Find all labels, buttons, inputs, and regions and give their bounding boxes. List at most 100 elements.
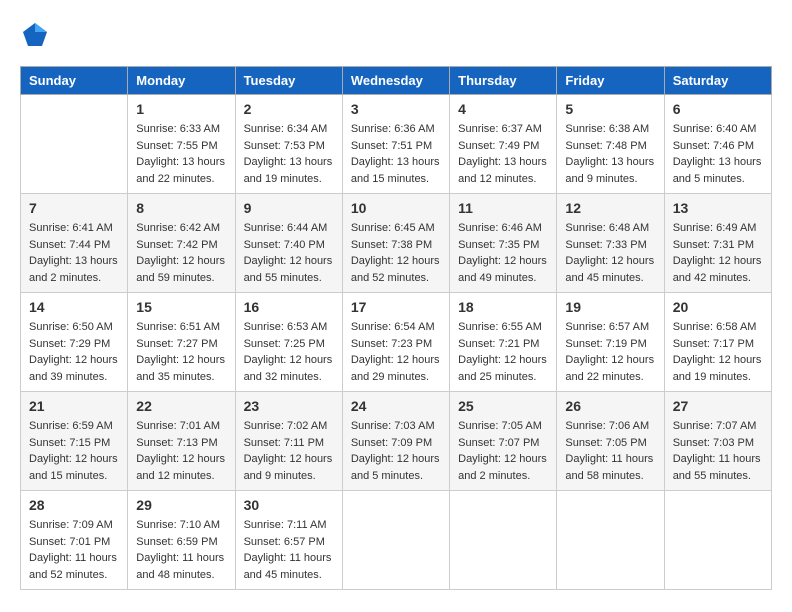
day-info: Sunrise: 6:41 AMSunset: 7:44 PMDaylight:… bbox=[29, 220, 119, 286]
day-number: 7 bbox=[29, 200, 119, 216]
weekday-header-sunday: Sunday bbox=[21, 67, 128, 95]
day-number: 4 bbox=[458, 101, 548, 117]
day-number: 30 bbox=[244, 497, 334, 513]
calendar-cell: 20 Sunrise: 6:58 AMSunset: 7:17 PMDayligh… bbox=[664, 293, 771, 392]
day-info: Sunrise: 6:33 AMSunset: 7:55 PMDaylight:… bbox=[136, 121, 226, 187]
day-number: 2 bbox=[244, 101, 334, 117]
day-info: Sunrise: 6:36 AMSunset: 7:51 PMDaylight:… bbox=[351, 121, 441, 187]
day-info: Sunrise: 6:46 AMSunset: 7:35 PMDaylight:… bbox=[458, 220, 548, 286]
calendar-cell: 1 Sunrise: 6:33 AMSunset: 7:55 PMDaylight… bbox=[128, 95, 235, 194]
calendar-week-row: 1 Sunrise: 6:33 AMSunset: 7:55 PMDaylight… bbox=[21, 95, 772, 194]
day-info: Sunrise: 6:58 AMSunset: 7:17 PMDaylight:… bbox=[673, 319, 763, 385]
day-number: 5 bbox=[565, 101, 655, 117]
day-info: Sunrise: 6:54 AMSunset: 7:23 PMDaylight:… bbox=[351, 319, 441, 385]
day-number: 13 bbox=[673, 200, 763, 216]
day-info: Sunrise: 6:48 AMSunset: 7:33 PMDaylight:… bbox=[565, 220, 655, 286]
day-info: Sunrise: 6:57 AMSunset: 7:19 PMDaylight:… bbox=[565, 319, 655, 385]
weekday-header-friday: Friday bbox=[557, 67, 664, 95]
day-number: 10 bbox=[351, 200, 441, 216]
day-number: 6 bbox=[673, 101, 763, 117]
calendar-cell: 7 Sunrise: 6:41 AMSunset: 7:44 PMDaylight… bbox=[21, 194, 128, 293]
day-info: Sunrise: 6:45 AMSunset: 7:38 PMDaylight:… bbox=[351, 220, 441, 286]
calendar-cell: 14 Sunrise: 6:50 AMSunset: 7:29 PMDayligh… bbox=[21, 293, 128, 392]
day-number: 28 bbox=[29, 497, 119, 513]
day-info: Sunrise: 7:09 AMSunset: 7:01 PMDaylight:… bbox=[29, 517, 119, 583]
day-number: 26 bbox=[565, 398, 655, 414]
day-number: 29 bbox=[136, 497, 226, 513]
day-info: Sunrise: 6:49 AMSunset: 7:31 PMDaylight:… bbox=[673, 220, 763, 286]
calendar-cell: 21 Sunrise: 6:59 AMSunset: 7:15 PMDayligh… bbox=[21, 392, 128, 491]
weekday-header-tuesday: Tuesday bbox=[235, 67, 342, 95]
day-number: 1 bbox=[136, 101, 226, 117]
calendar-table: SundayMondayTuesdayWednesdayThursdayFrid… bbox=[20, 66, 772, 590]
calendar-week-row: 14 Sunrise: 6:50 AMSunset: 7:29 PMDayligh… bbox=[21, 293, 772, 392]
calendar-cell: 4 Sunrise: 6:37 AMSunset: 7:49 PMDaylight… bbox=[450, 95, 557, 194]
day-number: 14 bbox=[29, 299, 119, 315]
calendar-cell: 2 Sunrise: 6:34 AMSunset: 7:53 PMDaylight… bbox=[235, 95, 342, 194]
day-number: 25 bbox=[458, 398, 548, 414]
day-number: 17 bbox=[351, 299, 441, 315]
calendar-cell: 26Sunrise: 7:06 AMSunset: 7:05 PMDayligh… bbox=[557, 392, 664, 491]
calendar-cell: 28 Sunrise: 7:09 AMSunset: 7:01 PMDayligh… bbox=[21, 491, 128, 590]
day-number: 8 bbox=[136, 200, 226, 216]
calendar-cell: 10 Sunrise: 6:45 AMSunset: 7:38 PMDayligh… bbox=[342, 194, 449, 293]
calendar-week-row: 7 Sunrise: 6:41 AMSunset: 7:44 PMDaylight… bbox=[21, 194, 772, 293]
day-number: 15 bbox=[136, 299, 226, 315]
weekday-header-thursday: Thursday bbox=[450, 67, 557, 95]
calendar-cell: 3 Sunrise: 6:36 AMSunset: 7:51 PMDaylight… bbox=[342, 95, 449, 194]
day-info: Sunrise: 6:44 AMSunset: 7:40 PMDaylight:… bbox=[244, 220, 334, 286]
calendar-cell: 6 Sunrise: 6:40 AMSunset: 7:46 PMDaylight… bbox=[664, 95, 771, 194]
weekday-header-row: SundayMondayTuesdayWednesdayThursdayFrid… bbox=[21, 67, 772, 95]
day-info: Sunrise: 7:02 AMSunset: 7:11 PMDaylight:… bbox=[244, 418, 334, 484]
day-number: 21 bbox=[29, 398, 119, 414]
calendar-cell bbox=[557, 491, 664, 590]
calendar-cell: 24Sunrise: 7:03 AMSunset: 7:09 PMDayligh… bbox=[342, 392, 449, 491]
page-header bbox=[20, 20, 772, 50]
day-info: Sunrise: 7:03 AMSunset: 7:09 PMDaylight:… bbox=[351, 418, 441, 484]
calendar-cell: 23 Sunrise: 7:02 AMSunset: 7:11 PMDayligh… bbox=[235, 392, 342, 491]
calendar-cell: 12 Sunrise: 6:48 AMSunset: 7:33 PMDayligh… bbox=[557, 194, 664, 293]
day-info: Sunrise: 6:40 AMSunset: 7:46 PMDaylight:… bbox=[673, 121, 763, 187]
day-info: Sunrise: 6:51 AMSunset: 7:27 PMDaylight:… bbox=[136, 319, 226, 385]
day-info: Sunrise: 6:53 AMSunset: 7:25 PMDaylight:… bbox=[244, 319, 334, 385]
day-info: Sunrise: 7:05 AMSunset: 7:07 PMDaylight:… bbox=[458, 418, 548, 484]
calendar-cell: 29 Sunrise: 7:10 AMSunset: 6:59 PMDayligh… bbox=[128, 491, 235, 590]
day-number: 18 bbox=[458, 299, 548, 315]
calendar-cell bbox=[342, 491, 449, 590]
day-number: 9 bbox=[244, 200, 334, 216]
weekday-header-monday: Monday bbox=[128, 67, 235, 95]
calendar-cell: 17 Sunrise: 6:54 AMSunset: 7:23 PMDayligh… bbox=[342, 293, 449, 392]
logo bbox=[20, 20, 54, 50]
day-number: 19 bbox=[565, 299, 655, 315]
day-info: Sunrise: 7:01 AMSunset: 7:13 PMDaylight:… bbox=[136, 418, 226, 484]
day-number: 22 bbox=[136, 398, 226, 414]
weekday-header-saturday: Saturday bbox=[664, 67, 771, 95]
calendar-cell bbox=[450, 491, 557, 590]
day-number: 11 bbox=[458, 200, 548, 216]
logo-icon bbox=[20, 20, 50, 50]
calendar-cell: 16 Sunrise: 6:53 AMSunset: 7:25 PMDayligh… bbox=[235, 293, 342, 392]
day-number: 23 bbox=[244, 398, 334, 414]
calendar-week-row: 21 Sunrise: 6:59 AMSunset: 7:15 PMDayligh… bbox=[21, 392, 772, 491]
day-info: Sunrise: 6:37 AMSunset: 7:49 PMDaylight:… bbox=[458, 121, 548, 187]
calendar-cell: 22 Sunrise: 7:01 AMSunset: 7:13 PMDayligh… bbox=[128, 392, 235, 491]
calendar-cell: 15 Sunrise: 6:51 AMSunset: 7:27 PMDayligh… bbox=[128, 293, 235, 392]
day-number: 12 bbox=[565, 200, 655, 216]
calendar-cell: 19 Sunrise: 6:57 AMSunset: 7:19 PMDayligh… bbox=[557, 293, 664, 392]
day-info: Sunrise: 6:59 AMSunset: 7:15 PMDaylight:… bbox=[29, 418, 119, 484]
calendar-cell bbox=[21, 95, 128, 194]
day-info: Sunrise: 6:34 AMSunset: 7:53 PMDaylight:… bbox=[244, 121, 334, 187]
calendar-cell: 30Sunrise: 7:11 AMSunset: 6:57 PMDayligh… bbox=[235, 491, 342, 590]
day-info: Sunrise: 6:38 AMSunset: 7:48 PMDaylight:… bbox=[565, 121, 655, 187]
day-number: 20 bbox=[673, 299, 763, 315]
day-info: Sunrise: 6:50 AMSunset: 7:29 PMDaylight:… bbox=[29, 319, 119, 385]
day-number: 27 bbox=[673, 398, 763, 414]
day-info: Sunrise: 6:55 AMSunset: 7:21 PMDaylight:… bbox=[458, 319, 548, 385]
calendar-cell: 9 Sunrise: 6:44 AMSunset: 7:40 PMDaylight… bbox=[235, 194, 342, 293]
calendar-cell: 18 Sunrise: 6:55 AMSunset: 7:21 PMDayligh… bbox=[450, 293, 557, 392]
day-info: Sunrise: 7:10 AMSunset: 6:59 PMDaylight:… bbox=[136, 517, 226, 583]
calendar-cell: 11 Sunrise: 6:46 AMSunset: 7:35 PMDayligh… bbox=[450, 194, 557, 293]
day-number: 3 bbox=[351, 101, 441, 117]
day-number: 16 bbox=[244, 299, 334, 315]
calendar-week-row: 28 Sunrise: 7:09 AMSunset: 7:01 PMDayligh… bbox=[21, 491, 772, 590]
